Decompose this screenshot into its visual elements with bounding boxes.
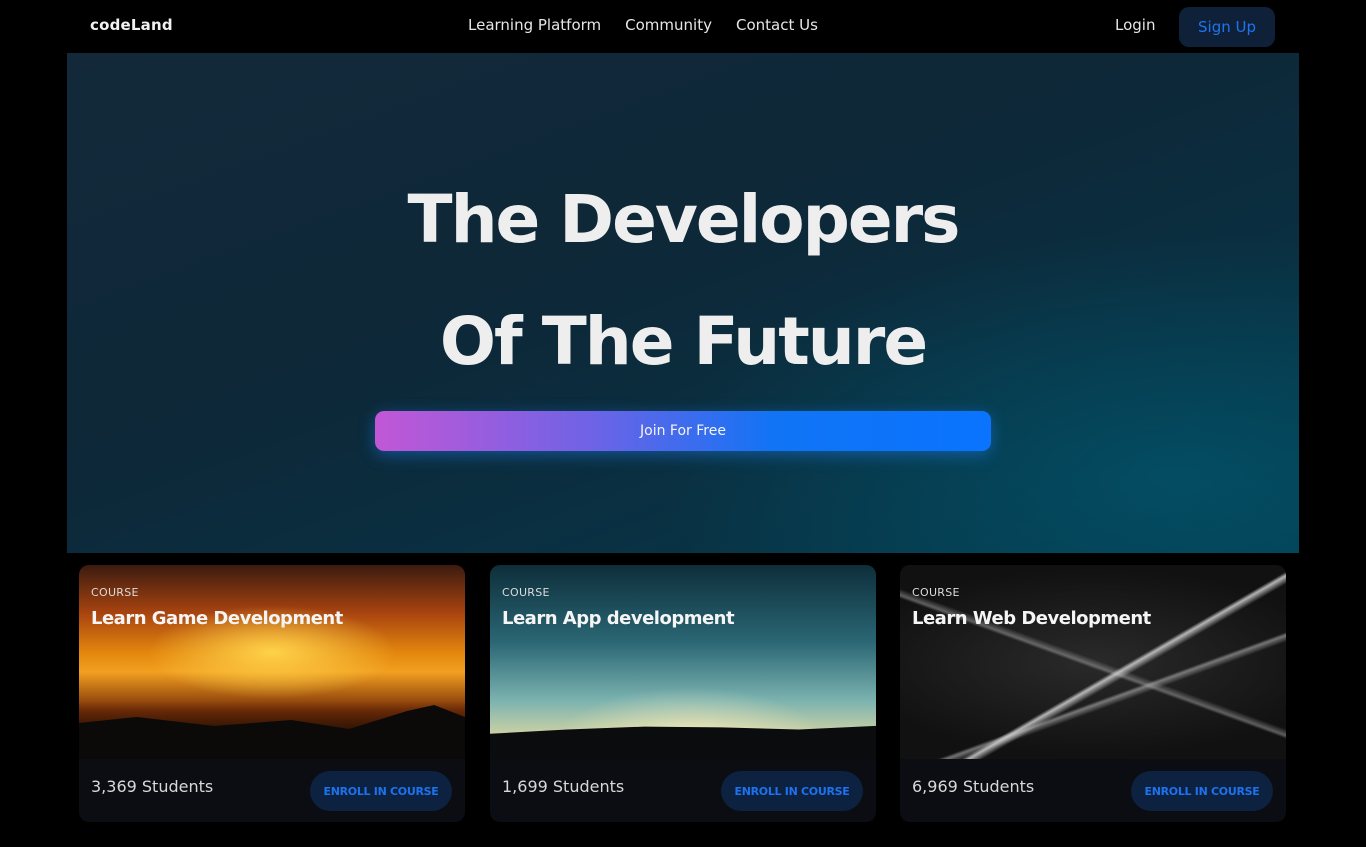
course-kicker: COURSE [912,586,960,599]
join-for-free-button[interactable]: Join For Free [375,411,991,451]
nav-link-community[interactable]: Community [625,16,712,34]
hero-title-line2: Of The Future [439,303,928,380]
course-title: Learn Game Development [91,608,343,629]
enroll-button[interactable]: ENROLL IN COURSE [1131,771,1273,811]
student-count: 6,969 Students [912,777,1035,796]
course-card-app-dev: COURSE Learn App development 1,699 Stude… [490,565,876,822]
course-card-game-dev: COURSE Learn Game Development 3,369 Stud… [79,565,465,822]
nav-links: Learning Platform Community Contact Us [468,16,818,34]
course-kicker: COURSE [91,586,139,599]
hero-section: The Developers Of The Future Join For Fr… [67,53,1299,553]
hill-silhouette [490,725,876,759]
course-title: Learn Web Development [912,608,1151,629]
course-title: Learn App development [502,608,735,629]
enroll-button[interactable]: ENROLL IN COURSE [310,771,452,811]
top-navbar: codeLand Learning Platform Community Con… [0,0,1366,53]
nav-link-learning-platform[interactable]: Learning Platform [468,16,601,34]
student-count: 1,699 Students [502,777,625,796]
course-card-web-dev: COURSE Learn Web Development 6,969 Stude… [900,565,1286,822]
enroll-button[interactable]: ENROLL IN COURSE [721,771,863,811]
nav-link-contact-us[interactable]: Contact Us [736,16,818,34]
login-link[interactable]: Login [1115,16,1155,34]
hero-title-line1: The Developers [407,181,961,258]
course-kicker: COURSE [502,586,550,599]
hill-silhouette [79,705,465,759]
brand-logo[interactable]: codeLand [90,16,173,34]
student-count: 3,369 Students [91,777,214,796]
signup-button[interactable]: Sign Up [1179,7,1275,47]
